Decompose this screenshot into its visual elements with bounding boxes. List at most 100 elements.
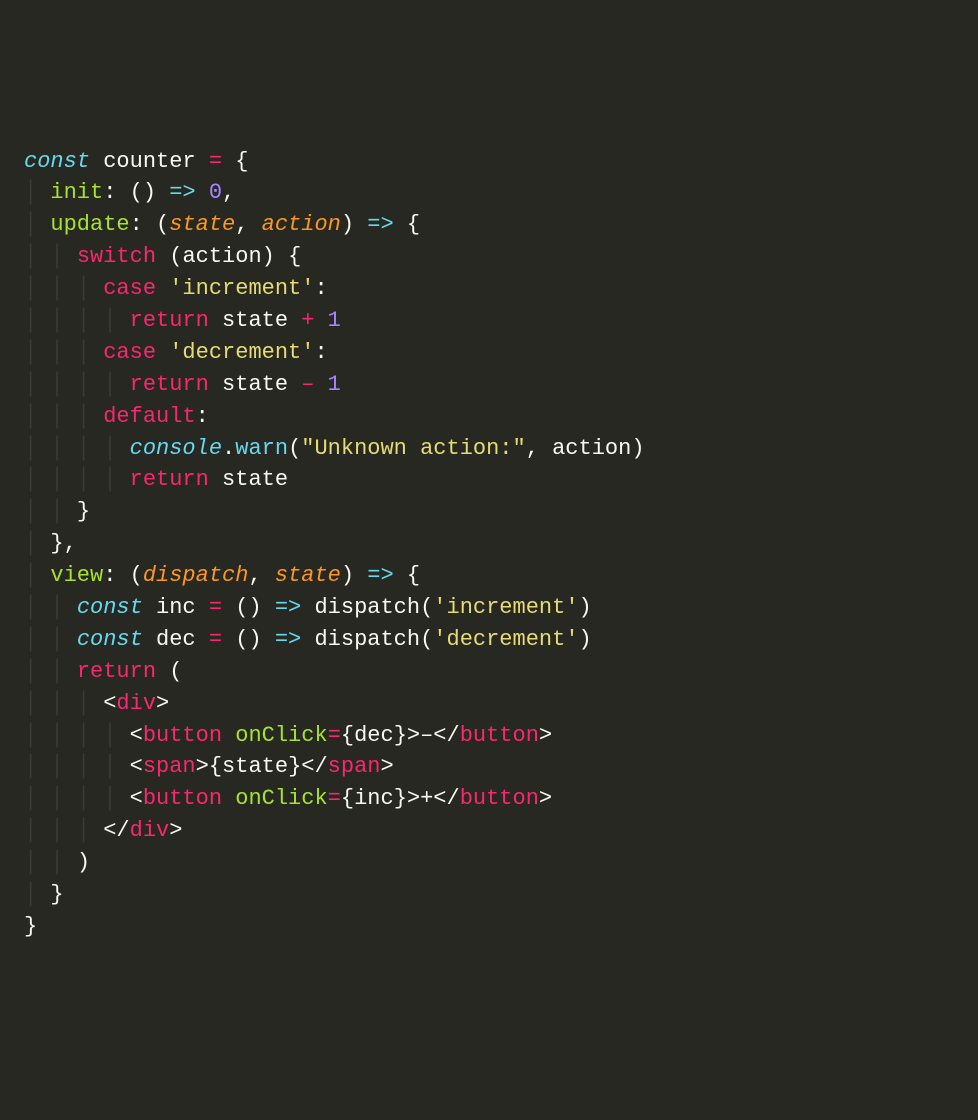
brace-open: { <box>288 244 301 269</box>
code-line: │ │ │ │ return state – 1 <box>24 372 341 397</box>
slash: / <box>447 723 460 748</box>
indent-guide: │ <box>50 754 63 779</box>
identifier: state <box>222 372 288 397</box>
indent-guide: │ <box>50 659 63 684</box>
keyword-switch: switch <box>77 244 156 269</box>
indent-guide: │ <box>24 244 37 269</box>
identifier: state <box>222 754 288 779</box>
brace-open: { <box>407 563 420 588</box>
indent-guide: │ <box>24 882 37 907</box>
indent-guide: │ <box>24 180 37 205</box>
property-key: init <box>50 180 103 205</box>
code-line: │ │ const inc = () => dispatch('incremen… <box>24 595 592 620</box>
jsx-tag-button: button <box>460 786 539 811</box>
code-line: │ │ ) <box>24 850 90 875</box>
brace-close: } <box>24 914 37 939</box>
paren-open: ( <box>156 212 169 237</box>
code-line: │ │ │ <div> <box>24 691 169 716</box>
comma: , <box>248 563 261 588</box>
indent-guide: │ <box>24 563 37 588</box>
paren-close: ) <box>341 212 354 237</box>
indent-guide: │ <box>50 691 63 716</box>
indent-guide: │ <box>77 340 90 365</box>
jsx-tag-button: button <box>460 723 539 748</box>
brace-close: } <box>394 723 407 748</box>
jsx-text: + <box>420 786 433 811</box>
indent-guide: │ <box>103 786 116 811</box>
indent-guide: │ <box>50 818 63 843</box>
parameter: state <box>169 212 235 237</box>
code-line: │ │ │ │ return state <box>24 467 288 492</box>
parameter: dispatch <box>143 563 249 588</box>
code-line: │ }, <box>24 531 77 556</box>
comma: , <box>235 212 248 237</box>
code-line: } <box>24 914 37 939</box>
code-line: │ view: (dispatch, state) => { <box>24 563 420 588</box>
dot: . <box>222 436 235 461</box>
string-literal: 'increment' <box>433 595 578 620</box>
identifier: action <box>552 436 631 461</box>
paren-close: ) <box>341 563 354 588</box>
indent-guide: │ <box>24 212 37 237</box>
indent-guide: │ <box>50 308 63 333</box>
code-line: │ │ switch (action) { <box>24 244 301 269</box>
operator-equals: = <box>209 627 222 652</box>
jsx-tag-span: span <box>143 754 196 779</box>
jsx-tag-span: span <box>328 754 381 779</box>
arrow-icon: => <box>367 212 393 237</box>
operator-plus: + <box>301 308 314 333</box>
slash: / <box>447 786 460 811</box>
string-literal: 'decrement' <box>433 627 578 652</box>
indent-guide: │ <box>24 786 37 811</box>
indent-guide: │ <box>50 627 63 652</box>
indent-guide: │ <box>103 467 116 492</box>
keyword-const: const <box>77 627 143 652</box>
code-line: │ │ │ case 'decrement': <box>24 340 328 365</box>
comma: , <box>222 180 235 205</box>
colon: : <box>130 212 143 237</box>
keyword-const: const <box>24 149 90 174</box>
code-line: │ │ │ default: <box>24 404 209 429</box>
jsx-tag-button: button <box>143 723 222 748</box>
indent-guide: │ <box>24 340 37 365</box>
keyword-return: return <box>130 467 209 492</box>
angle-bracket-close: > <box>380 754 393 779</box>
identifier: state <box>222 308 288 333</box>
jsx-attr-onclick: onClick <box>235 723 327 748</box>
indent-guide: │ <box>50 595 63 620</box>
jsx-attr-onclick: onClick <box>235 786 327 811</box>
indent-guide: │ <box>77 308 90 333</box>
jsx-tag-button: button <box>143 786 222 811</box>
identifier: dec <box>156 627 196 652</box>
indent-guide: │ <box>77 786 90 811</box>
angle-bracket-open: < <box>301 754 314 779</box>
paren-open: ( <box>235 627 248 652</box>
slash: / <box>116 818 129 843</box>
paren-close: ) <box>579 627 592 652</box>
colon: : <box>103 180 116 205</box>
indent-guide: │ <box>50 372 63 397</box>
operator-equals: = <box>328 786 341 811</box>
indent-guide: │ <box>50 723 63 748</box>
colon: : <box>196 404 209 429</box>
indent-guide: │ <box>103 308 116 333</box>
brace-open: { <box>235 149 248 174</box>
indent-guide: │ <box>77 754 90 779</box>
indent-guide: │ <box>77 372 90 397</box>
paren-open: ( <box>420 627 433 652</box>
indent-guide: │ <box>24 850 37 875</box>
paren-close: ) <box>579 595 592 620</box>
colon: : <box>314 276 327 301</box>
angle-bracket-close: > <box>407 723 420 748</box>
angle-bracket-open: < <box>103 818 116 843</box>
keyword-case: case <box>103 276 156 301</box>
angle-bracket-close: > <box>196 754 209 779</box>
comma: , <box>526 436 539 461</box>
indent-guide: │ <box>24 404 37 429</box>
code-line: │ │ │ │ return state + 1 <box>24 308 341 333</box>
indent-guide: │ <box>77 691 90 716</box>
string-literal: 'increment' <box>169 276 314 301</box>
identifier: dispatch <box>314 595 420 620</box>
code-line: │ │ } <box>24 499 90 524</box>
keyword-const: const <box>77 595 143 620</box>
